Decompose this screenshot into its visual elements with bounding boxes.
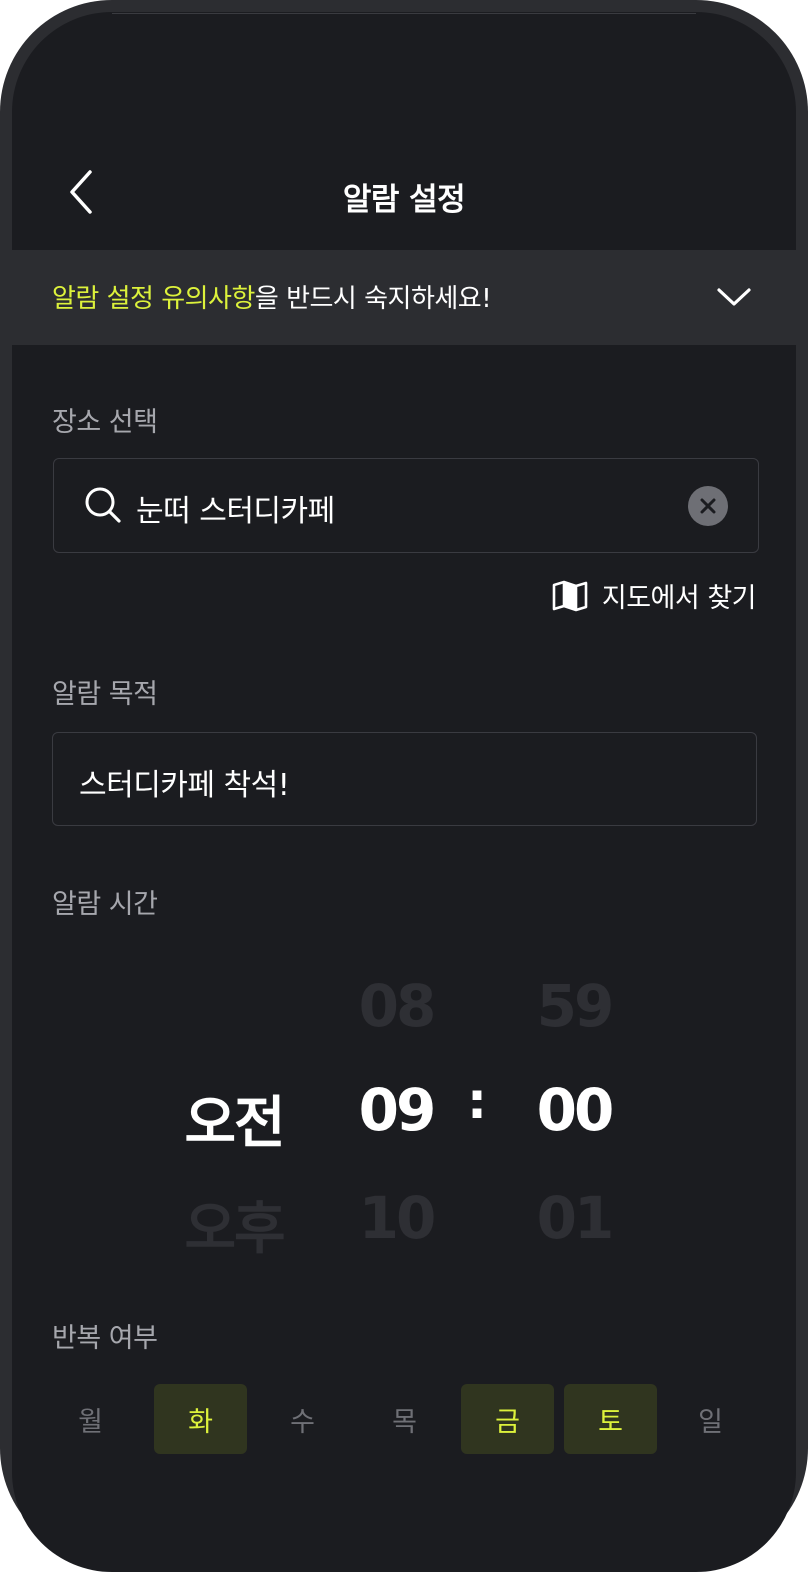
purpose-value[interactable]: 스터디카페 착석! [79, 760, 290, 804]
close-icon [700, 498, 716, 514]
day-sat[interactable]: 토 [564, 1384, 657, 1454]
hour-prev[interactable]: 08 [336, 972, 456, 1040]
chevron-down-icon [717, 288, 751, 306]
notice-toggle[interactable] [714, 281, 754, 313]
day-thu[interactable]: 목 [358, 1384, 451, 1454]
notice-rest: 을 반드시 숙지하세요! [254, 284, 492, 314]
place-section-label: 장소 선택 [52, 407, 158, 438]
notice-highlight: 알람 설정 유의사항 [52, 284, 255, 314]
map-link-label: 지도에서 찾기 [601, 583, 757, 614]
ampm-next[interactable]: 오후 [154, 1184, 314, 1265]
purpose-section-label: 알람 목적 [52, 679, 158, 710]
minute-current[interactable]: 00 [514, 1076, 634, 1144]
place-search-field[interactable]: 눈떠 스터디카페 [53, 458, 759, 553]
purpose-field[interactable]: 스터디카페 착석! [52, 732, 757, 826]
day-fri[interactable]: 금 [461, 1384, 554, 1454]
place-search-value[interactable]: 눈떠 스터디카페 [136, 486, 335, 530]
day-wed[interactable]: 수 [256, 1384, 349, 1454]
notice-banner[interactable]: 알람 설정 유의사항을 반드시 숙지하세요! [12, 250, 796, 345]
repeat-section-label: 반복 여부 [52, 1323, 158, 1354]
day-tue[interactable]: 화 [154, 1384, 247, 1454]
time-section-label: 알람 시간 [52, 889, 158, 920]
app-screen: 알람 설정 알람 설정 유의사항을 반드시 숙지하세요! 장소 선택 눈떠 스터… [12, 12, 796, 1572]
time-separator: : [467, 1072, 487, 1130]
hour-next[interactable]: 10 [336, 1184, 456, 1252]
day-sun[interactable]: 일 [664, 1384, 757, 1454]
search-icon [85, 487, 121, 523]
minute-next[interactable]: 01 [514, 1184, 634, 1252]
time-picker[interactable]: 오전 오후 08 09 10 : 59 00 01 [12, 952, 796, 1272]
minute-prev[interactable]: 59 [514, 972, 634, 1040]
day-mon[interactable]: 월 [44, 1384, 137, 1454]
clear-button[interactable] [688, 486, 728, 526]
page-title: 알람 설정 [342, 182, 466, 218]
map-icon [552, 580, 588, 611]
header: 알람 설정 [12, 162, 796, 222]
hour-current[interactable]: 09 [336, 1076, 456, 1144]
find-on-map-link[interactable]: 지도에서 찾기 [552, 576, 757, 615]
notice-text: 알람 설정 유의사항을 반드시 숙지하세요! [52, 278, 492, 315]
status-area-divider [112, 13, 696, 14]
repeat-days: 월 화 수 목 금 토 일 [44, 1384, 764, 1456]
ampm-current[interactable]: 오전 [154, 1078, 314, 1159]
